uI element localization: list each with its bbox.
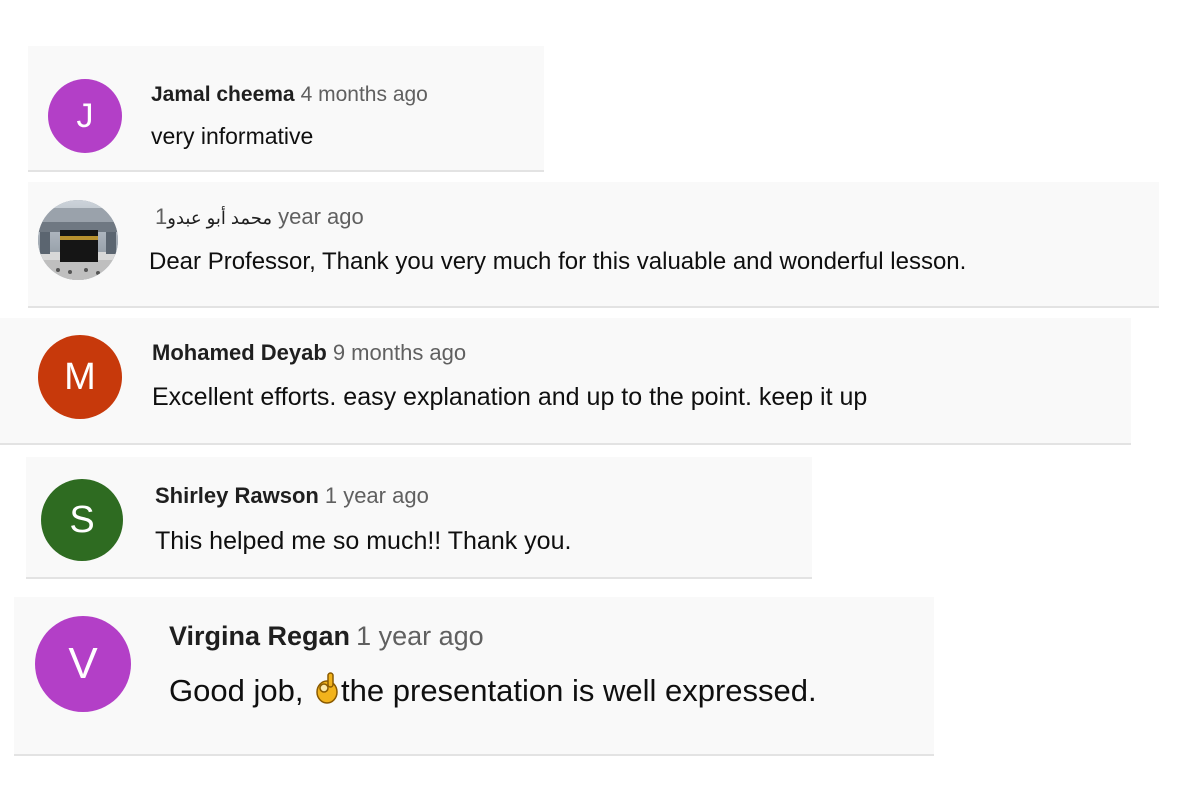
comment-text-before-emoji: Good job, <box>169 673 313 708</box>
author-name[interactable]: Jamal cheema <box>151 83 295 106</box>
comment-card: S Shirley Rawson 1 year ago This helped m… <box>26 457 812 579</box>
avatar-initial: J <box>76 96 94 135</box>
comment-timestamp[interactable]: 1 year ago <box>356 621 484 651</box>
avatar[interactable]: J <box>48 79 122 153</box>
author-name[interactable]: Shirley Rawson <box>155 483 319 508</box>
comment-text: Dear Professor, Thank you very much for … <box>149 248 967 275</box>
comment-text: Good job, the presentation is well expre… <box>169 671 817 713</box>
comment-text: Excellent efforts. easy explanation and … <box>152 383 868 411</box>
avatar[interactable] <box>38 200 118 280</box>
comment-text-after-emoji: the presentation is well expressed. <box>341 673 817 708</box>
comment-timestamp[interactable]: 9 months ago <box>333 340 466 365</box>
kaaba-photo-icon <box>38 200 118 280</box>
comment-timestamp[interactable]: 1 year ago <box>325 483 429 508</box>
avatar-initial: M <box>64 355 96 398</box>
avatar[interactable]: V <box>35 616 131 712</box>
comment-card: محمد أبو عبدو1 year ago Dear Professor, … <box>28 182 1159 308</box>
comment-collage: J Jamal cheema 4 months ago very informat… <box>0 0 1200 800</box>
comment-card: M Mohamed Deyab 9 months ago Excellent ef… <box>0 318 1131 445</box>
avatar[interactable]: S <box>41 479 123 561</box>
comment-card: J Jamal cheema 4 months ago very informat… <box>28 46 544 172</box>
avatar[interactable]: M <box>38 335 122 419</box>
comment-text: This helped me so much!! Thank you. <box>155 527 572 555</box>
avatar-initial: V <box>68 639 98 688</box>
comment-header: Mohamed Deyab 9 months ago <box>152 340 466 366</box>
author-name[interactable]: Mohamed Deyab <box>152 340 327 365</box>
comment-text: very informative <box>151 123 314 149</box>
comment-card: V Virgina Regan 1 year ago Good job, the … <box>14 597 934 756</box>
comment-timestamp[interactable]: 4 months ago <box>301 83 428 106</box>
comment-header: Shirley Rawson 1 year ago <box>155 483 429 509</box>
comment-header: Jamal cheema 4 months ago <box>151 83 428 107</box>
comment-header: محمد أبو عبدو1 year ago <box>149 204 364 230</box>
author-name[interactable]: Virgina Regan <box>169 621 350 651</box>
avatar-initial: S <box>69 498 95 541</box>
author-name[interactable]: محمد أبو عبدو <box>167 208 272 228</box>
ok-hand-emoji-icon <box>314 671 340 713</box>
comment-header: Virgina Regan 1 year ago <box>169 621 484 652</box>
